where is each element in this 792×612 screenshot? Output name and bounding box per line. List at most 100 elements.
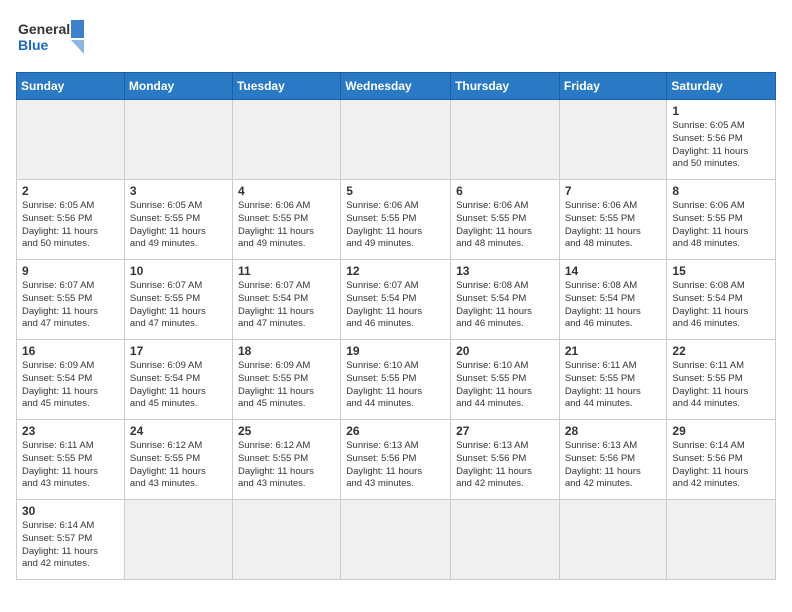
day-info: Sunrise: 6:09 AM Sunset: 5:54 PM Dayligh… [22,360,119,411]
day-info: Sunrise: 6:12 AM Sunset: 5:55 PM Dayligh… [238,440,335,491]
day-number: 19 [346,344,445,358]
day-cell: 24Sunrise: 6:12 AM Sunset: 5:55 PM Dayli… [124,420,232,500]
day-number: 8 [672,184,770,198]
day-number: 18 [238,344,335,358]
day-cell [451,100,560,180]
day-cell [667,500,776,580]
day-cell [17,100,125,180]
day-cell [232,500,340,580]
day-cell [451,500,560,580]
day-number: 29 [672,424,770,438]
day-info: Sunrise: 6:07 AM Sunset: 5:55 PM Dayligh… [22,280,119,331]
day-number: 26 [346,424,445,438]
day-info: Sunrise: 6:06 AM Sunset: 5:55 PM Dayligh… [238,200,335,251]
day-cell [124,500,232,580]
col-header-friday: Friday [559,73,667,100]
week-row-6: 30 Sunrise: 6:14 AM Sunset: 5:57 PM Dayli… [17,500,776,580]
day-info: Sunrise: 6:08 AM Sunset: 5:54 PM Dayligh… [565,280,662,331]
day-info: Sunrise: 6:08 AM Sunset: 5:54 PM Dayligh… [456,280,554,331]
day-cell: 26 Sunrise: 6:13 AM Sunset: 5:56 PM Dayli… [341,420,451,500]
week-row-3: 9 Sunrise: 6:07 AM Sunset: 5:55 PM Daylig… [17,260,776,340]
day-number: 20 [456,344,554,358]
day-number: 13 [456,264,554,278]
day-number: 9 [22,264,119,278]
day-info: Sunrise: 6:06 AM Sunset: 5:55 PM Dayligh… [565,200,662,251]
day-info: Sunrise: 6:10 AM Sunset: 5:55 PM Dayligh… [456,360,554,411]
day-cell [559,500,667,580]
day-number: 17 [130,344,227,358]
day-number: 6 [456,184,554,198]
day-cell: 25 Sunrise: 6:12 AM Sunset: 5:55 PM Dayli… [232,420,340,500]
svg-text:Blue: Blue [18,37,49,53]
day-cell: 6 Sunrise: 6:06 AM Sunset: 5:55 PM Daylig… [451,180,560,260]
day-cell: 12 Sunrise: 6:07 AM Sunset: 5:54 PM Dayli… [341,260,451,340]
day-cell [124,100,232,180]
day-number: 7 [565,184,662,198]
day-number: 1 [672,104,770,118]
day-number: 11 [238,264,335,278]
col-header-sunday: Sunday [17,73,125,100]
day-number: 16 [22,344,119,358]
day-cell: 30 Sunrise: 6:14 AM Sunset: 5:57 PM Dayli… [17,500,125,580]
day-cell: 14 Sunrise: 6:08 AM Sunset: 5:54 PM Dayli… [559,260,667,340]
day-info: Sunrise: 6:13 AM Sunset: 5:56 PM Dayligh… [565,440,662,491]
day-number: 12 [346,264,445,278]
day-info: Sunrise: 6:14 AM Sunset: 5:57 PM Dayligh… [22,520,119,571]
day-number: 27 [456,424,554,438]
day-number: 28 [565,424,662,438]
day-number: 15 [672,264,770,278]
day-cell: 17Sunrise: 6:09 AM Sunset: 5:54 PM Dayli… [124,340,232,420]
svg-text:General: General [18,21,70,37]
week-row-2: 2Sunrise: 6:05 AM Sunset: 5:56 PM Daylig… [17,180,776,260]
day-cell: 2Sunrise: 6:05 AM Sunset: 5:56 PM Daylig… [17,180,125,260]
day-cell: 21 Sunrise: 6:11 AM Sunset: 5:55 PM Dayli… [559,340,667,420]
day-number: 3 [130,184,227,198]
day-info: Sunrise: 6:07 AM Sunset: 5:55 PM Dayligh… [130,280,227,331]
day-info: Sunrise: 6:07 AM Sunset: 5:54 PM Dayligh… [238,280,335,331]
day-cell: 8Sunrise: 6:06 AM Sunset: 5:55 PM Daylig… [667,180,776,260]
day-cell: 16 Sunrise: 6:09 AM Sunset: 5:54 PM Dayli… [17,340,125,420]
day-number: 21 [565,344,662,358]
day-number: 30 [22,504,119,518]
day-info: Sunrise: 6:05 AM Sunset: 5:56 PM Dayligh… [22,200,119,251]
col-header-wednesday: Wednesday [341,73,451,100]
week-row-4: 16 Sunrise: 6:09 AM Sunset: 5:54 PM Dayli… [17,340,776,420]
day-info: Sunrise: 6:11 AM Sunset: 5:55 PM Dayligh… [672,360,770,411]
day-cell: 15Sunrise: 6:08 AM Sunset: 5:54 PM Dayli… [667,260,776,340]
day-number: 10 [130,264,227,278]
day-number: 14 [565,264,662,278]
col-header-monday: Monday [124,73,232,100]
week-row-1: 1Sunrise: 6:05 AM Sunset: 5:56 PM Daylig… [17,100,776,180]
day-info: Sunrise: 6:13 AM Sunset: 5:56 PM Dayligh… [456,440,554,491]
day-number: 22 [672,344,770,358]
day-cell: 13 Sunrise: 6:08 AM Sunset: 5:54 PM Dayli… [451,260,560,340]
day-info: Sunrise: 6:05 AM Sunset: 5:55 PM Dayligh… [130,200,227,251]
day-cell: 22 Sunrise: 6:11 AM Sunset: 5:55 PM Dayli… [667,340,776,420]
day-info: Sunrise: 6:13 AM Sunset: 5:56 PM Dayligh… [346,440,445,491]
day-number: 4 [238,184,335,198]
day-cell: 23 Sunrise: 6:11 AM Sunset: 5:55 PM Dayli… [17,420,125,500]
day-info: Sunrise: 6:10 AM Sunset: 5:55 PM Dayligh… [346,360,445,411]
week-row-5: 23 Sunrise: 6:11 AM Sunset: 5:55 PM Dayli… [17,420,776,500]
day-number: 23 [22,424,119,438]
day-cell [559,100,667,180]
day-cell [232,100,340,180]
day-info: Sunrise: 6:11 AM Sunset: 5:55 PM Dayligh… [22,440,119,491]
day-cell [341,500,451,580]
col-header-thursday: Thursday [451,73,560,100]
day-number: 25 [238,424,335,438]
day-info: Sunrise: 6:14 AM Sunset: 5:56 PM Dayligh… [672,440,770,491]
day-cell: 27 Sunrise: 6:13 AM Sunset: 5:56 PM Dayli… [451,420,560,500]
day-cell [341,100,451,180]
day-info: Sunrise: 6:06 AM Sunset: 5:55 PM Dayligh… [456,200,554,251]
day-info: Sunrise: 6:07 AM Sunset: 5:54 PM Dayligh… [346,280,445,331]
day-cell: 1Sunrise: 6:05 AM Sunset: 5:56 PM Daylig… [667,100,776,180]
day-info: Sunrise: 6:12 AM Sunset: 5:55 PM Dayligh… [130,440,227,491]
day-cell: 10 Sunrise: 6:07 AM Sunset: 5:55 PM Dayli… [124,260,232,340]
day-info: Sunrise: 6:06 AM Sunset: 5:55 PM Dayligh… [346,200,445,251]
day-info: Sunrise: 6:11 AM Sunset: 5:55 PM Dayligh… [565,360,662,411]
calendar-table: SundayMondayTuesdayWednesdayThursdayFrid… [16,72,776,580]
day-cell: 4 Sunrise: 6:06 AM Sunset: 5:55 PM Daylig… [232,180,340,260]
day-number: 5 [346,184,445,198]
day-cell: 5 Sunrise: 6:06 AM Sunset: 5:55 PM Daylig… [341,180,451,260]
